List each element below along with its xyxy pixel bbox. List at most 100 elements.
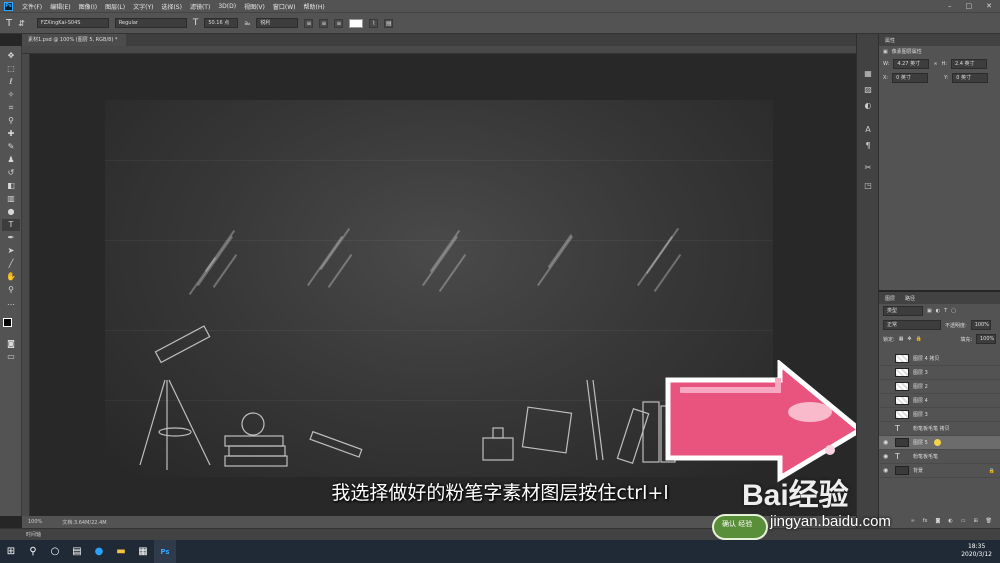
- add-mask-icon[interactable]: ◙: [935, 518, 940, 524]
- tab-paths[interactable]: 路径: [905, 295, 915, 302]
- dodge-tool-icon[interactable]: ●: [2, 206, 20, 218]
- type-tool-active-icon[interactable]: T: [2, 219, 20, 231]
- healing-tool-icon[interactable]: ✚: [2, 128, 20, 140]
- close-icon[interactable]: ✕: [986, 2, 992, 10]
- layer-filter-select[interactable]: 类型: [883, 306, 923, 316]
- layer-row-selected[interactable]: ◉ 图层 5: [879, 436, 1000, 450]
- eyedropper-tool-icon[interactable]: ⚲: [2, 115, 20, 127]
- browser-icon[interactable]: ●: [88, 540, 110, 563]
- new-adjustment-icon[interactable]: ◐: [948, 518, 952, 524]
- font-family-select[interactable]: FZXingKai-S04S: [36, 18, 109, 28]
- cortana-icon[interactable]: ○: [44, 540, 66, 563]
- photoshop-taskbar-icon[interactable]: Ps: [154, 540, 176, 563]
- height-field[interactable]: 2.4 英寸: [950, 59, 987, 69]
- font-size-field[interactable]: 50.16 点: [204, 18, 239, 28]
- maximize-icon[interactable]: □: [966, 2, 973, 10]
- link-icon[interactable]: ∞: [933, 61, 937, 67]
- layer-row[interactable]: 图层 3: [879, 366, 1000, 380]
- hand-tool-icon[interactable]: ✋: [2, 271, 20, 283]
- screen-mode-icon[interactable]: ▭: [2, 351, 20, 363]
- align-right-icon[interactable]: ≡: [334, 18, 344, 28]
- lock-position-icon[interactable]: ✥: [907, 336, 911, 342]
- line-tool-icon[interactable]: ╱: [2, 258, 20, 270]
- pen-tool-icon[interactable]: ✒: [2, 232, 20, 244]
- align-center-icon[interactable]: ≡: [319, 18, 329, 28]
- visibility-eye-icon[interactable]: ◉: [883, 467, 891, 474]
- adjustments-panel-icon[interactable]: ◐: [862, 100, 874, 112]
- layer-row[interactable]: T 粉笔板毛笔 拷贝: [879, 422, 1000, 436]
- menu-edit[interactable]: 编辑(E): [46, 2, 74, 11]
- file-explorer-icon[interactable]: ▬: [110, 540, 132, 563]
- zoom-tool-icon[interactable]: ⚲: [2, 284, 20, 296]
- menu-select[interactable]: 选择(S): [157, 2, 186, 11]
- task-view-icon[interactable]: ▤: [66, 540, 88, 563]
- menu-type[interactable]: 文字(Y): [129, 2, 157, 11]
- system-clock[interactable]: 18:35 2020/3/12: [961, 543, 992, 559]
- layer-row[interactable]: ◉ T 粉笔板毛笔: [879, 450, 1000, 464]
- stamp-tool-icon[interactable]: ♟: [2, 154, 20, 166]
- blend-mode-select[interactable]: 正常: [883, 320, 941, 330]
- windows-start-icon[interactable]: ⊞: [0, 540, 22, 563]
- quick-mask-icon[interactable]: ◙: [2, 338, 20, 350]
- type-tool-icon[interactable]: T: [6, 18, 12, 29]
- app-icon[interactable]: ▦: [132, 540, 154, 563]
- layer-row[interactable]: 图层 2: [879, 380, 1000, 394]
- orientation-toggle-icon[interactable]: ⇵: [18, 19, 25, 28]
- swatches-panel-icon[interactable]: ▨: [862, 84, 874, 96]
- font-style-select[interactable]: Regular: [114, 18, 187, 28]
- new-layer-icon[interactable]: ⊞: [973, 518, 977, 524]
- history-brush-icon[interactable]: ↺: [2, 167, 20, 179]
- visibility-eye-icon[interactable]: ◉: [883, 439, 891, 446]
- lock-all-icon[interactable]: 🔒: [916, 336, 922, 342]
- crop-tool-icon[interactable]: ⌗: [2, 102, 20, 114]
- x-field[interactable]: 0 英寸: [892, 73, 929, 83]
- navigator-panel-icon[interactable]: ◳: [862, 180, 874, 192]
- align-left-icon[interactable]: ≡: [304, 18, 314, 28]
- filter-pixel-icon[interactable]: ▣: [927, 308, 932, 314]
- layer-style-icon[interactable]: fx: [923, 518, 928, 524]
- layer-row[interactable]: 图层 3: [879, 408, 1000, 422]
- document-tab[interactable]: 素材1.psd @ 100% (图层 5, RGB/8) * ×: [22, 34, 126, 55]
- width-field[interactable]: 4.27 英寸: [893, 59, 930, 69]
- menu-window[interactable]: 窗口(W): [269, 2, 300, 11]
- gradient-tool-icon[interactable]: ▥: [2, 193, 20, 205]
- layer-row[interactable]: 图层 4 拷贝: [879, 352, 1000, 366]
- menu-view[interactable]: 视图(V): [240, 2, 269, 11]
- filter-type-icon[interactable]: T: [944, 308, 947, 314]
- filter-adjust-icon[interactable]: ◐: [936, 308, 940, 314]
- link-layers-icon[interactable]: ∞: [911, 518, 915, 524]
- menu-file[interactable]: 文件(F): [18, 2, 46, 11]
- properties-tab[interactable]: 属性: [885, 37, 895, 44]
- warp-text-icon[interactable]: ⌇: [369, 18, 379, 28]
- zoom-level[interactable]: 100%: [28, 519, 42, 525]
- magic-wand-tool-icon[interactable]: ✧: [2, 89, 20, 101]
- menu-3d[interactable]: 3D(D): [214, 3, 240, 10]
- marquee-tool-icon[interactable]: ⬚: [2, 63, 20, 75]
- layer-row[interactable]: ◉ 背景 🔒: [879, 464, 1000, 478]
- menu-layer[interactable]: 图层(L): [101, 2, 129, 11]
- character-panel-strip-icon[interactable]: A: [862, 124, 874, 136]
- menu-help[interactable]: 帮助(H): [300, 2, 329, 11]
- layer-row[interactable]: 图层 4: [879, 394, 1000, 408]
- tools-preset-icon[interactable]: ✂: [862, 162, 874, 174]
- eraser-tool-icon[interactable]: ◧: [2, 180, 20, 192]
- minimize-icon[interactable]: –: [948, 2, 952, 10]
- lasso-tool-icon[interactable]: ℓ: [2, 76, 20, 88]
- history-panel-icon[interactable]: ▦: [862, 68, 874, 80]
- path-select-icon[interactable]: ➤: [2, 245, 20, 257]
- menu-image[interactable]: 图像(I): [75, 2, 101, 11]
- text-color-swatch[interactable]: [349, 18, 364, 28]
- tab-layers[interactable]: 图层: [885, 295, 895, 302]
- brush-tool-icon[interactable]: ✎: [2, 141, 20, 153]
- search-icon[interactable]: ⚲: [22, 540, 44, 563]
- more-tools-icon[interactable]: …: [2, 297, 20, 309]
- lock-pixels-icon[interactable]: ▦: [899, 336, 904, 342]
- new-group-icon[interactable]: ▭: [961, 518, 966, 524]
- y-field[interactable]: 0 英寸: [952, 73, 989, 83]
- delete-layer-icon[interactable]: 🗑: [986, 518, 992, 524]
- opacity-field[interactable]: 100%: [970, 320, 991, 330]
- character-panel-icon[interactable]: ▤: [384, 18, 394, 28]
- fill-field[interactable]: 100%: [976, 334, 996, 344]
- paragraph-panel-icon[interactable]: ¶: [862, 140, 874, 152]
- visibility-eye-icon[interactable]: ◉: [883, 453, 891, 460]
